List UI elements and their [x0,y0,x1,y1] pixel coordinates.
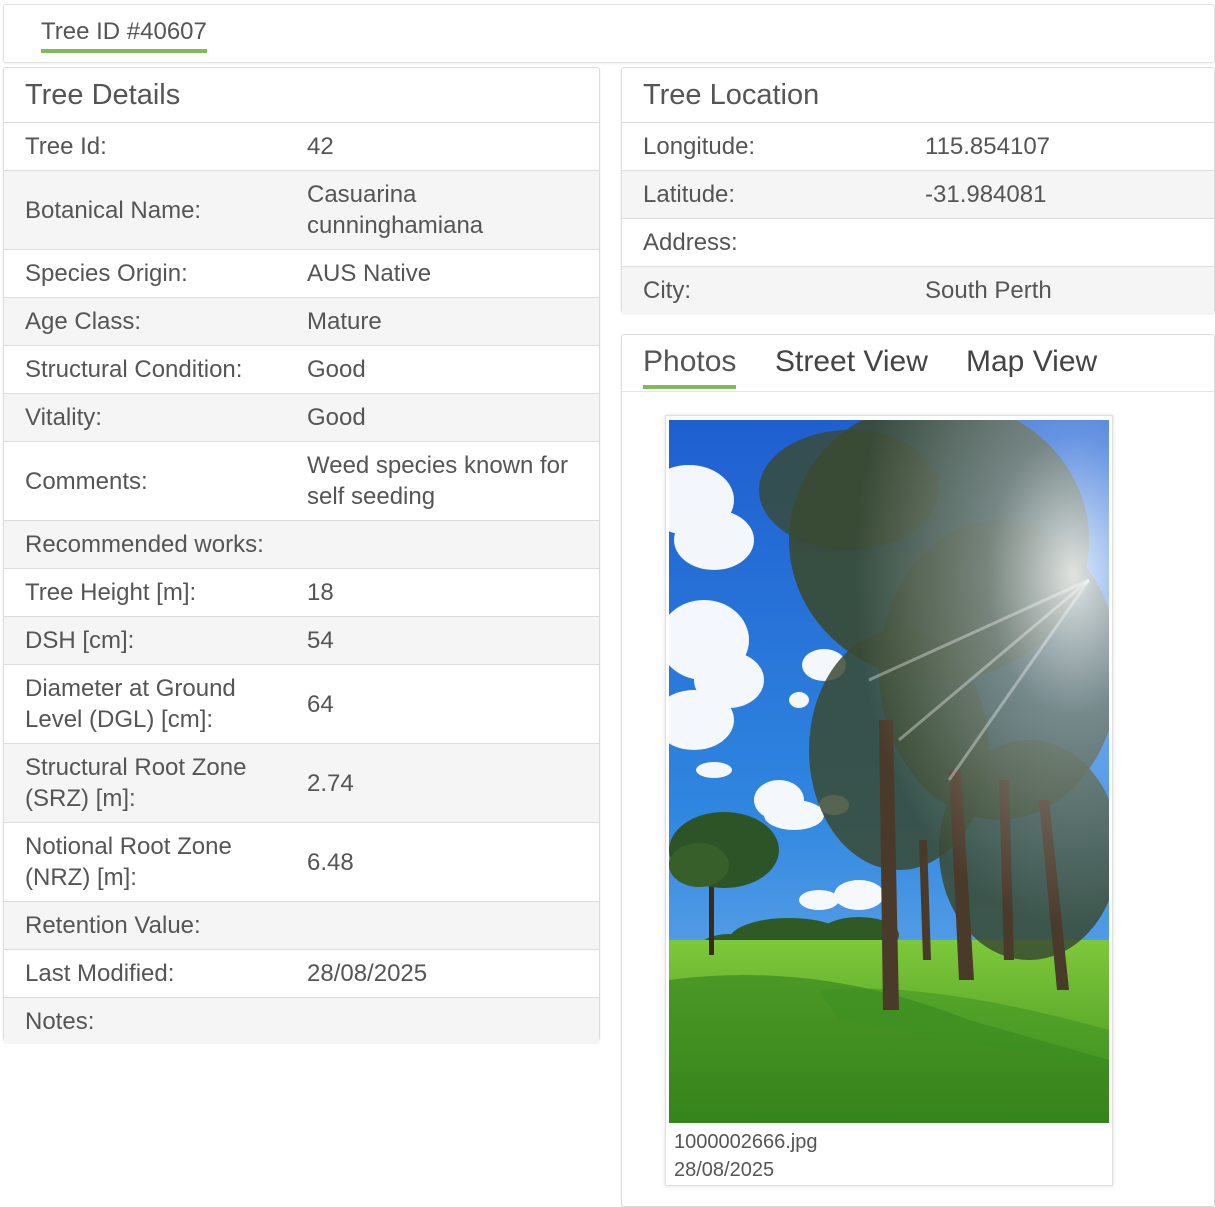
detail-row-vitality: Vitality: Good [4,394,599,442]
photo-card[interactable]: 1000002666.jpg 28/08/2025 [665,415,1113,1186]
detail-value: Weed species known for self seeding [307,452,569,510]
tree-id-tabbar: Tree ID #40607 [3,4,1215,63]
detail-value: 64 [307,690,334,718]
media-panel: Photos Street View Map View 1000002666.j… [621,334,1215,1207]
location-row-address: Address: [622,219,1214,267]
detail-value: 2.74 [307,769,354,797]
detail-row-notes: Notes: [4,998,599,1044]
tab-photos[interactable]: Photos [643,343,737,389]
detail-label: Retention Value: [25,912,201,939]
detail-value: 6.48 [307,848,354,876]
location-row-longitude: Longitude: 115.854107 [622,123,1214,171]
detail-label: Age Class: [25,308,142,335]
detail-row-last-modified: Last Modified: 28/08/2025 [4,950,599,998]
detail-label: Notes: [25,1007,95,1035]
detail-row-nrz: Notional Root Zone (NRZ) [m]: 6.48 [4,823,599,902]
detail-label: Notional Root Zone (NRZ) [m]: [25,833,232,891]
location-value: -31.984081 [925,181,1047,208]
detail-label: Tree Height [m]: [25,579,197,606]
detail-row-tree-id: Tree Id: 42 [4,123,599,171]
tab-tree-id[interactable]: Tree ID #40607 [41,19,207,53]
media-tabs: Photos Street View Map View [622,335,1214,392]
detail-label: DSH [cm]: [25,627,135,654]
detail-label: Comments: [25,467,148,495]
tab-street-view[interactable]: Street View [775,343,928,385]
tree-location-panel: Tree Location Longitude: 115.854107 Lati… [621,67,1215,313]
detail-value: Good [307,404,366,431]
tree-details-panel: Tree Details Tree Id: 42 Botanical Name:… [3,67,600,1044]
detail-row-structural-condition: Structural Condition: Good [4,346,599,394]
detail-row-dsh: DSH [cm]: 54 [4,617,599,665]
detail-value: Mature [307,308,382,335]
tree-location-title: Tree Location [622,68,1214,123]
tab-map-view[interactable]: Map View [966,343,1097,385]
detail-row-dgl: Diameter at Ground Level (DGL) [cm]: 64 [4,665,599,744]
location-value: 115.854107 [925,133,1051,160]
detail-value: Good [307,356,366,383]
detail-row-retention-value: Retention Value: [4,902,599,950]
detail-label: Diameter at Ground Level (DGL) [cm]: [25,675,236,733]
detail-label: Botanical Name: [25,196,202,224]
photo-filename: 1000002666.jpg [674,1131,818,1153]
detail-row-age-class: Age Class: Mature [4,298,599,346]
location-label: Longitude: [643,133,756,160]
tree-details-title: Tree Details [4,68,599,123]
location-label: Address: [643,229,738,256]
detail-value: 54 [307,627,334,654]
detail-row-tree-height: Tree Height [m]: 18 [4,569,599,617]
detail-row-recommended-works: Recommended works: [4,521,599,569]
detail-row-comments: Comments: Weed species known for self se… [4,442,599,521]
detail-value: 42 [307,133,334,160]
detail-row-species-origin: Species Origin: AUS Native [4,250,599,298]
detail-label: Last Modified: [25,960,175,987]
detail-label: Recommended works: [25,531,264,558]
detail-label: Species Origin: [25,260,188,287]
location-row-latitude: Latitude: -31.984081 [622,171,1214,219]
detail-label: Structural Root Zone (SRZ) [m]: [25,754,247,812]
location-label: City: [643,276,691,304]
detail-value: 18 [307,579,334,606]
tree-photo[interactable] [669,420,1109,1123]
location-row-city: City: South Perth [622,267,1214,313]
photo-caption: 1000002666.jpg 28/08/2025 [674,1128,817,1184]
photo-date: 28/08/2025 [674,1159,775,1181]
detail-row-botanical-name: Botanical Name: Casuarina cunninghamiana [4,171,599,250]
detail-value: 28/08/2025 [307,960,428,987]
detail-label: Tree Id: [25,133,107,160]
detail-value: Casuarina cunninghamiana [307,181,484,239]
detail-value: AUS Native [307,260,432,287]
location-value: South Perth [925,276,1052,304]
detail-label: Structural Condition: [25,356,243,383]
detail-row-srz: Structural Root Zone (SRZ) [m]: 2.74 [4,744,599,823]
location-label: Latitude: [643,181,736,208]
detail-label: Vitality: [25,404,102,431]
